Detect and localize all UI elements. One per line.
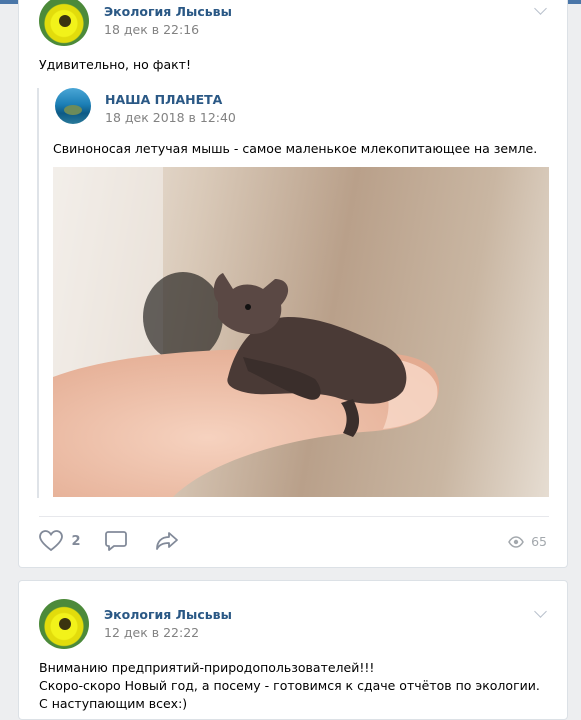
author-avatar[interactable] [39,0,89,46]
author-avatar[interactable] [39,599,89,649]
repost-author[interactable]: НАША ПЛАНЕТА [105,92,222,107]
post-text-line: С наступающим всех:) [39,696,188,711]
repost-avatar[interactable] [55,88,91,124]
repost-border [37,88,39,498]
post-text-line: Скоро-скоро Новый год, а посему - готови… [39,678,540,693]
post-author[interactable]: Экология Лысьвы [104,4,232,19]
repost-date[interactable]: 18 дек 2018 в 12:40 [105,110,236,125]
like-button[interactable]: 2 [39,530,81,552]
post-photo[interactable] [53,167,549,497]
share-button[interactable] [155,530,179,552]
post-author[interactable]: Экология Лысьвы [104,607,232,622]
views-count: 65 [531,534,547,549]
bat-on-finger-image [53,167,440,497]
post-date[interactable]: 12 дек в 22:22 [104,625,199,640]
heart-icon [39,530,63,552]
comment-icon [105,531,127,551]
post-date[interactable]: 18 дек в 22:16 [104,22,199,37]
actions-divider [39,516,549,517]
views-counter: 65 [508,533,547,549]
chevron-down-icon[interactable] [534,2,547,15]
chevron-down-icon[interactable] [534,605,547,618]
post-card: Экология Лысьвы 12 дек в 22:22 Вниманию … [18,580,568,720]
share-icon [156,532,178,550]
post-text: Удивительно, но факт! [39,57,191,72]
comment-button[interactable] [105,530,127,552]
post-card: Экология Лысьвы 18 дек в 22:16 Удивитель… [18,0,568,568]
like-count: 2 [71,533,81,549]
eye-icon [508,535,524,548]
repost-text: Свиноносая летучая мышь - самое маленько… [53,141,538,156]
post-text-line: Вниманию предприятий-природопользователе… [39,660,375,675]
